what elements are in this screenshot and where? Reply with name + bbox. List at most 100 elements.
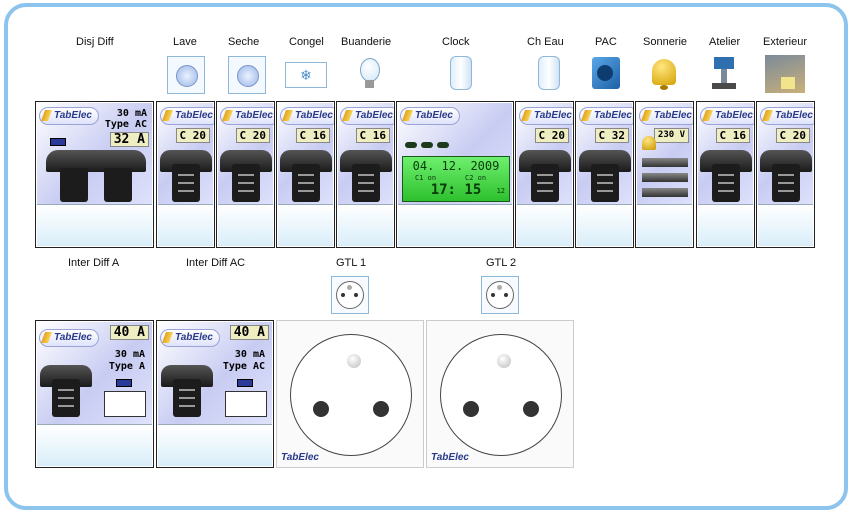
brand-logo: TabElec [400,107,460,125]
label-buanderie: Buanderie [341,36,392,48]
brand-logo: TabElec [160,107,214,125]
heat-pump-icon[interactable] [590,55,626,91]
breaker-congel[interactable]: TabElec C 16 [276,101,335,248]
inter-ac-type: Type AC [222,361,265,372]
label-sonnerie: Sonnerie [643,36,688,48]
breaker-rating: C 20 [534,128,569,143]
inter-a-lever[interactable] [40,365,92,421]
label-exterieur: Exterieur [763,36,808,48]
breaker-lever[interactable] [160,150,212,206]
socket-icon[interactable] [481,276,519,314]
socket-gtl-1[interactable]: TabElec [276,320,424,468]
inter-ac-rating: 40 A [229,325,269,340]
breaker-lever[interactable] [280,150,332,206]
breaker-rating: C 16 [355,128,390,143]
breaker-rating: C 16 [715,128,750,143]
breaker-exterieur[interactable]: TabElec C 20 [756,101,815,248]
clock-button-2[interactable] [421,142,433,148]
label-gtl-1: GTL 1 [336,257,367,269]
label-clock: Clock [442,36,470,48]
breaker-pac[interactable]: TabElec C 32 [575,101,634,248]
label-inter-diff-a: Inter Diff A [68,257,120,269]
label-atelier: Atelier [709,36,741,48]
disj-sensitivity: 30 mA [116,108,147,119]
water-heater-icon[interactable] [442,54,478,90]
module-inter-diff-a[interactable]: TabElec 40 A 30 mA Type A [35,320,154,468]
breaker-lever[interactable] [519,150,571,206]
brand-logo: TabElec [280,107,334,125]
module-disj-diff[interactable]: TabElec 30 mA Type AC 32 A [35,101,154,248]
breaker-lever[interactable] [700,150,752,206]
inter-ac-lever[interactable] [161,365,213,421]
sonnerie-slot [642,158,688,167]
breaker-rating: C 20 [235,128,270,143]
dryer-icon[interactable] [228,56,266,94]
socket-gtl-2[interactable]: TabElec [426,320,574,468]
module-inter-diff-ac[interactable]: TabElec 40 A 30 mA Type AC [156,320,274,468]
label-inter-diff-ac: Inter Diff AC [186,257,246,269]
brand-logo: TabElec [700,107,754,125]
disj-type: Type AC [104,119,147,130]
disj-levers[interactable] [46,150,146,202]
test-button[interactable] [50,138,66,146]
freezer-icon[interactable]: ❄ [285,62,327,88]
brand-logo: TabElec [431,452,469,463]
breaker-lever[interactable] [579,150,631,206]
clock-lcd: 04. 12. 2009 C1 on C2 on 17: 15 12 [402,156,510,202]
breaker-lever[interactable] [760,150,812,206]
label-lave: Lave [173,36,197,48]
brand-logo: TabElec [39,107,99,125]
clock-time: 17: 15 [430,182,482,198]
brand-logo: TabElec [639,107,693,125]
bell-icon [642,136,656,150]
inter-ac-sensitivity: 30 mA [234,349,265,360]
exterior-icon[interactable] [765,55,805,93]
water-heater-2-icon[interactable] [530,54,566,90]
breaker-rating: C 20 [775,128,810,143]
brand-logo: TabElec [281,452,319,463]
clock-label-c1: C1 on [415,174,437,182]
label-pac: PAC [595,36,617,48]
breaker-lave[interactable]: TabElec C 20 [156,101,215,248]
breaker-ch-eau[interactable]: TabElec C 20 [515,101,574,248]
breaker-atelier[interactable]: TabElec C 16 [696,101,755,248]
clock-suffix: 12 [496,187,505,195]
sonnerie-slot [642,173,688,182]
test-button[interactable] [237,379,253,387]
breaker-lever[interactable] [220,150,272,206]
clock-button-1[interactable] [405,142,417,148]
module-sonnerie[interactable]: TabElec 230 V [635,101,694,248]
test-button[interactable] [116,379,132,387]
label-ch-eau: Ch Eau [527,36,564,48]
light-bulb-icon[interactable] [352,56,388,92]
sonnerie-voltage: 230 V [653,128,689,143]
workbench-icon[interactable] [706,55,742,91]
inter-a-rating: 40 A [109,325,149,340]
brand-logo: TabElec [519,107,573,125]
clock-label-c2: C2 on [465,174,487,182]
brand-logo: TabElec [340,107,394,125]
sonnerie-slot [642,188,688,197]
circuit-diagram-icon [225,391,267,417]
socket-icon[interactable] [331,276,369,314]
clock-button-3[interactable] [437,142,449,148]
breaker-lever[interactable] [340,150,392,206]
label-congel: Congel [289,36,324,48]
breaker-buanderie[interactable]: TabElec C 16 [336,101,395,248]
label-seche: Seche [228,36,260,48]
bell-icon[interactable] [646,55,682,91]
brand-logo: TabElec [220,107,274,125]
module-clock[interactable]: TabElec 04. 12. 2009 C1 on C2 on 17: 15 … [396,101,514,248]
disj-rating: 32 A [109,132,149,147]
inter-a-sensitivity: 30 mA [114,349,145,360]
breaker-rating: C 20 [175,128,210,143]
label-gtl-2: GTL 2 [486,257,517,269]
breaker-rating: C 32 [594,128,629,143]
brand-logo: TabElec [579,107,633,125]
breaker-seche[interactable]: TabElec C 20 [216,101,275,248]
washing-machine-icon[interactable] [167,56,205,94]
inter-a-type: Type A [108,361,145,372]
label-disj-diff: Disj Diff [76,36,114,48]
brand-logo: TabElec [39,329,99,347]
circuit-diagram-icon [104,391,146,417]
